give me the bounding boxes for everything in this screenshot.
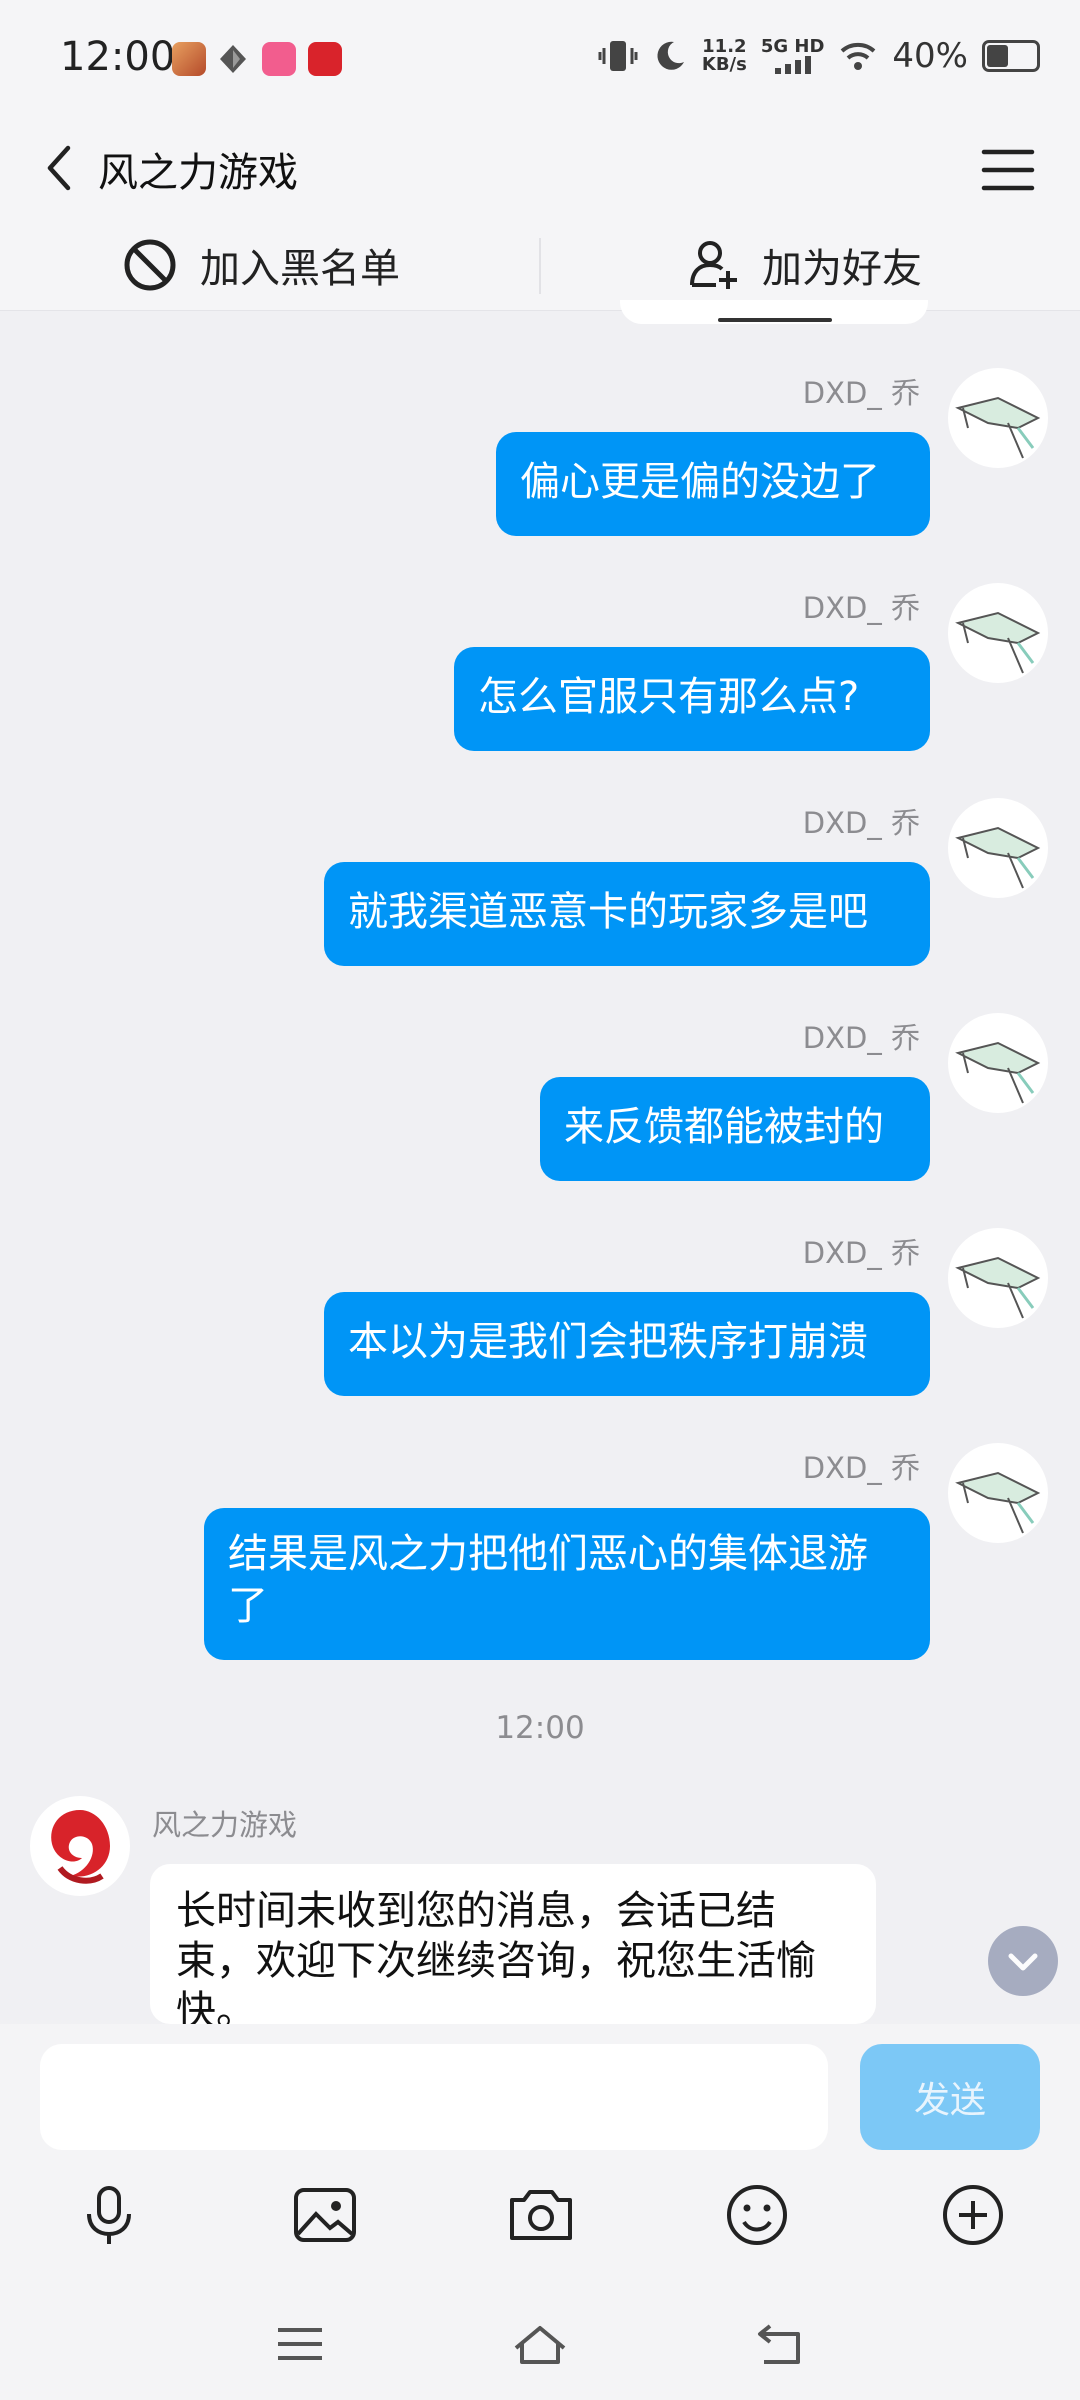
incoming-message-bubble[interactable]: 长时间未收到您的消息，会话已结束，欢迎下次继续咨询，祝您生活愉快。 [150, 1864, 876, 2024]
service-avatar[interactable] [30, 1796, 130, 1896]
wifi-icon [841, 42, 876, 70]
sender-name: DXD_ 乔 [802, 1021, 920, 1055]
sketch-avatar-icon [955, 1471, 1041, 1534]
message-bubble[interactable]: 偏心更是偏的没边了 [496, 432, 930, 536]
sender-name: DXD_ 乔 [802, 806, 920, 840]
status-right: 11.2 KB/s 5G HD 40% [598, 36, 1040, 76]
signal-icon [774, 56, 811, 74]
sketch-avatar-icon [955, 1256, 1041, 1319]
message-bubble[interactable]: 结果是风之力把他们恶心的集体退游了 [204, 1508, 930, 1660]
add-friend-button[interactable]: 加为好友 [688, 220, 922, 310]
plus-icon[interactable] [936, 2178, 1010, 2252]
user-avatar[interactable] [948, 368, 1048, 468]
message-bubble[interactable]: 来反馈都能被封的 [540, 1077, 930, 1181]
nav-menu-icon[interactable] [270, 2314, 330, 2374]
sender-name: DXD_ 乔 [802, 591, 920, 625]
vibrate-icon [598, 41, 638, 71]
scroll-indicator [718, 318, 832, 322]
nav-back-icon[interactable] [750, 2314, 810, 2374]
sketch-avatar-icon [955, 826, 1041, 889]
user-avatar[interactable] [948, 1443, 1048, 1543]
game-app-icon [172, 42, 206, 76]
user-avatar[interactable] [948, 798, 1048, 898]
battery-icon [982, 40, 1040, 72]
net-speed: 11.2 KB/s [701, 36, 747, 75]
status-bar: 12:00 11.2 KB/s 5G HD 40% [0, 0, 1080, 120]
camera-icon[interactable] [504, 2178, 578, 2252]
time-separator: 12:00 [495, 1710, 585, 1746]
battery-percent: 40% [892, 36, 968, 76]
user-avatar[interactable] [948, 1228, 1048, 1328]
action-bar: 加入黑名单 加为好友 [0, 220, 1080, 311]
network-label: 5G HD [760, 36, 825, 57]
moon-icon [657, 41, 684, 70]
scroll-to-bottom-button[interactable] [988, 1926, 1058, 1996]
message-bubble[interactable]: 怎么官服只有那么点? [454, 647, 930, 751]
microphone-icon[interactable] [72, 2178, 146, 2252]
sketch-avatar-icon [955, 396, 1041, 459]
message-input[interactable] [40, 2044, 828, 2150]
emoji-icon[interactable] [720, 2178, 794, 2252]
message-bubble[interactable]: 本以为是我们会把秩序打崩溃 [324, 1292, 930, 1396]
bilibili-app-icon [262, 42, 296, 76]
sketch-avatar-icon [955, 611, 1041, 674]
composer: 发送 [0, 2024, 1080, 2400]
back-arrow-icon[interactable] [32, 138, 92, 198]
nav-home-icon[interactable] [510, 2314, 570, 2374]
sender-name: DXD_ 乔 [802, 1451, 920, 1485]
action-divider [539, 238, 541, 294]
sketch-avatar-icon [955, 1041, 1041, 1104]
add-friend-label: 加为好友 [762, 246, 922, 292]
status-time: 12:00 [60, 34, 176, 80]
diamond-app-icon [216, 42, 250, 76]
service-name: 风之力游戏 [152, 1808, 298, 1842]
user-avatar[interactable] [948, 583, 1048, 683]
signal-group: 5G HD [760, 36, 825, 74]
send-button[interactable]: 发送 [860, 2044, 1040, 2150]
phoenix-logo-icon [51, 1810, 110, 1884]
menu-icon[interactable] [980, 144, 1036, 196]
red-app-icon [308, 42, 342, 76]
image-icon[interactable] [288, 2178, 362, 2252]
message-bubble[interactable]: 就我渠道恶意卡的玩家多是吧 [324, 862, 930, 966]
block-icon [124, 239, 176, 291]
sender-name: DXD_ 乔 [802, 1236, 920, 1270]
add-user-icon [690, 241, 737, 289]
sender-name: DXD_ 乔 [802, 376, 920, 410]
user-avatar[interactable] [948, 1013, 1048, 1113]
chat-title: 风之力游戏 [98, 150, 298, 196]
blacklist-button[interactable]: 加入黑名单 [122, 220, 400, 310]
blacklist-label: 加入黑名单 [200, 246, 400, 292]
chat-header: 风之力游戏 [0, 120, 1080, 220]
chevron-down-icon [1008, 1953, 1038, 1971]
